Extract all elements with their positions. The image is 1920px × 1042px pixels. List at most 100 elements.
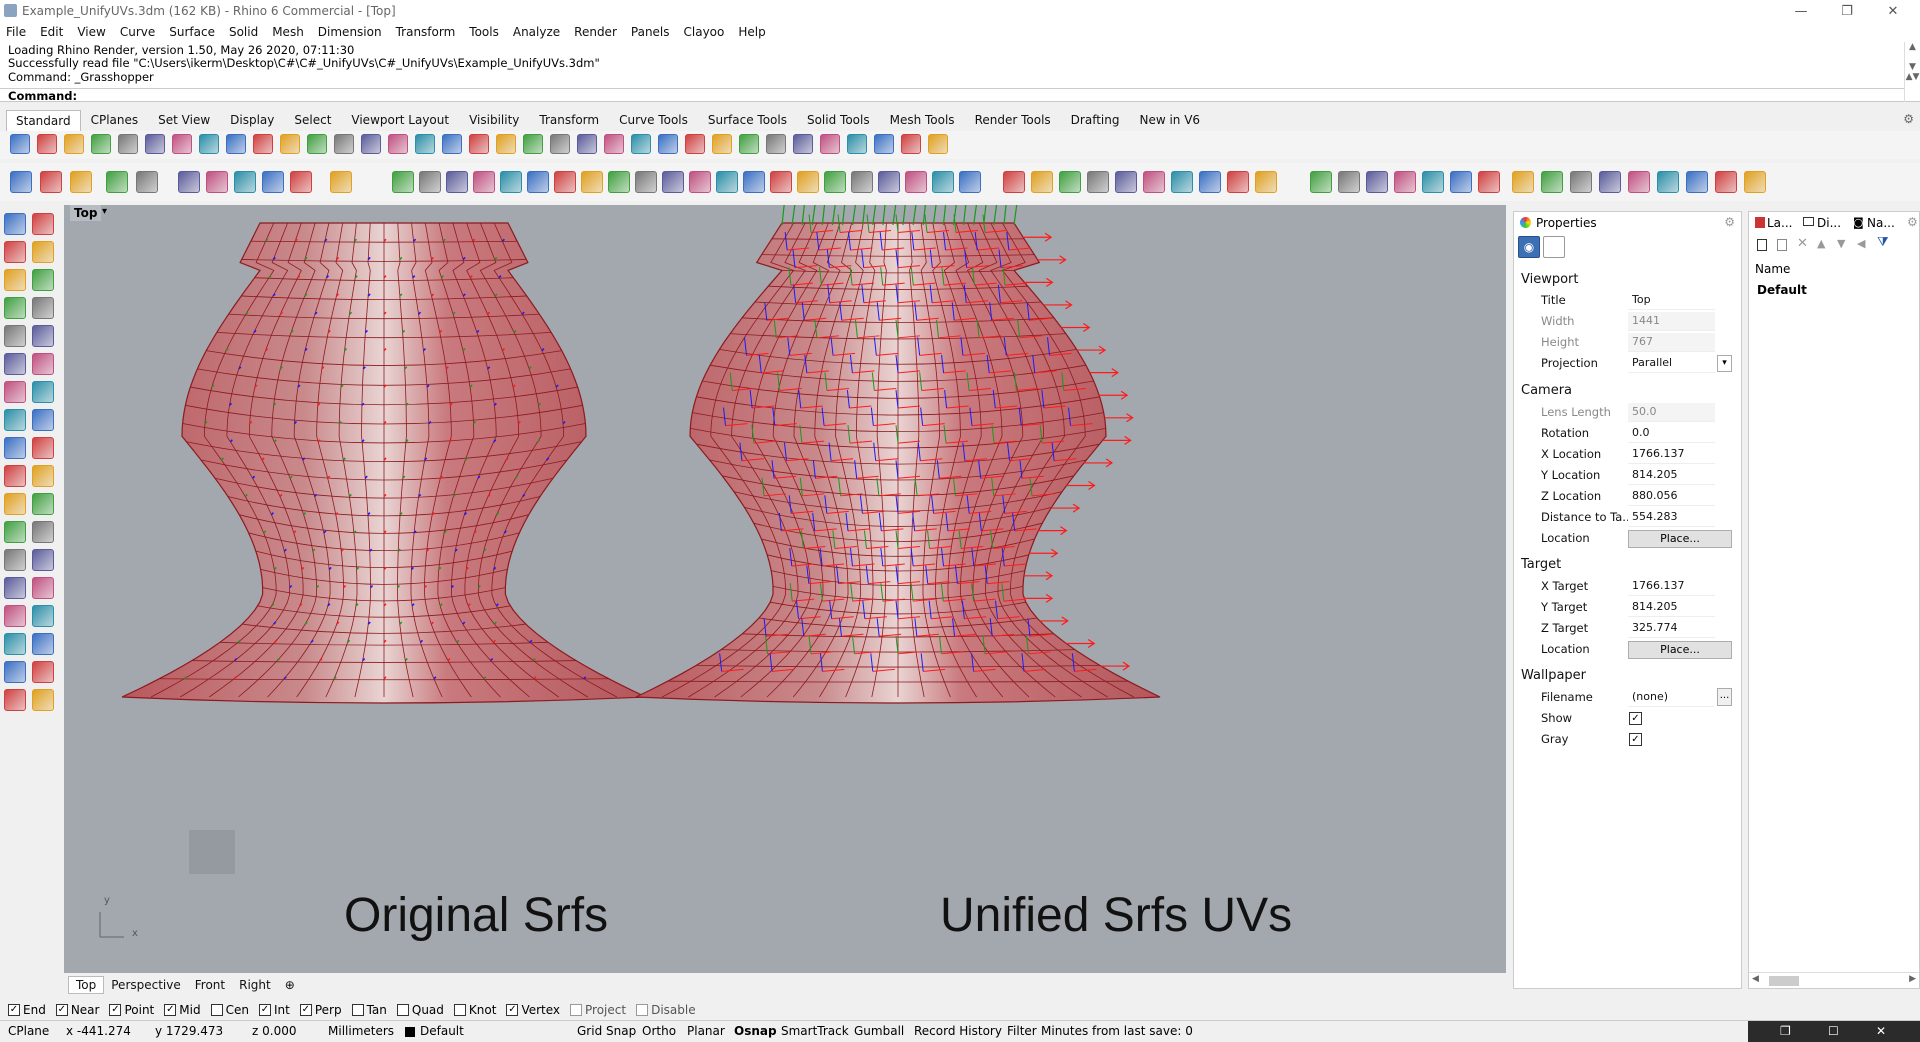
tool-icon[interactable] <box>797 171 819 193</box>
tool-icon[interactable] <box>37 134 57 154</box>
menu-edit[interactable]: Edit <box>40 25 63 39</box>
tool-icon[interactable] <box>527 171 549 193</box>
tool-icon[interactable] <box>91 134 111 154</box>
tool-icon[interactable] <box>1171 171 1193 193</box>
tool-icon[interactable] <box>550 134 570 154</box>
osnap-knot[interactable]: Knot <box>453 1003 496 1017</box>
tool-icon[interactable] <box>253 134 273 154</box>
status-grid-snap[interactable]: Grid Snap <box>577 1024 636 1038</box>
osnap-quad[interactable]: Quad <box>396 1003 444 1017</box>
scroll-right-icon[interactable]: ▶ <box>1909 974 1916 984</box>
osnap-checkbox[interactable] <box>351 1004 364 1016</box>
prop-zloc-value[interactable]: 880.056 <box>1628 487 1715 506</box>
layers-scrollbar[interactable]: ◀ ▶ <box>1749 972 1919 988</box>
viewport-menu-arrow-icon[interactable]: ▾ <box>102 206 107 217</box>
osnap-checkbox[interactable] <box>453 1004 466 1016</box>
tool-icon[interactable] <box>307 134 327 154</box>
tool-icon[interactable] <box>1512 171 1534 193</box>
tool-icon[interactable] <box>1031 171 1053 193</box>
tab-set-view[interactable]: Set View <box>148 109 220 131</box>
tool-icon[interactable] <box>1338 171 1360 193</box>
tool-icon[interactable] <box>932 171 954 193</box>
tool-icon[interactable] <box>32 549 54 571</box>
tool-icon[interactable] <box>1422 171 1444 193</box>
tool-icon[interactable] <box>1628 171 1650 193</box>
tool-icon[interactable] <box>658 134 678 154</box>
menu-dimension[interactable]: Dimension <box>318 25 382 39</box>
tool-icon[interactable] <box>4 465 26 487</box>
prop-ytarget-value[interactable]: 814.205 <box>1628 598 1715 617</box>
tool-icon[interactable] <box>4 241 26 263</box>
tool-icon[interactable] <box>32 493 54 515</box>
menu-file[interactable]: File <box>6 25 26 39</box>
tool-icon[interactable] <box>388 134 408 154</box>
tool-icon[interactable] <box>496 134 516 154</box>
tool-icon[interactable] <box>32 437 54 459</box>
tool-icon[interactable] <box>1003 171 1025 193</box>
add-view-tab-icon[interactable]: ⊕ <box>278 977 302 993</box>
tab-cplanes[interactable]: CPlanes <box>81 109 149 131</box>
menu-tools[interactable]: Tools <box>469 25 499 39</box>
menu-analyze[interactable]: Analyze <box>513 25 560 39</box>
tool-icon[interactable] <box>226 134 246 154</box>
move-left-icon[interactable]: ◀ <box>1857 237 1865 250</box>
tool-icon[interactable] <box>290 171 312 193</box>
tool-icon[interactable] <box>1199 171 1221 193</box>
tool-icon[interactable] <box>178 171 200 193</box>
close-button[interactable]: ✕ <box>1870 0 1916 22</box>
tool-icon[interactable] <box>32 521 54 543</box>
tool-icon[interactable] <box>554 171 576 193</box>
osnap-checkbox[interactable]: ✓ <box>8 1004 20 1016</box>
tool-icon[interactable] <box>32 605 54 627</box>
tab-curve-tools[interactable]: Curve Tools <box>609 109 698 131</box>
command-input[interactable]: Command: <box>0 88 1904 103</box>
tool-icon[interactable] <box>4 269 26 291</box>
tool-icon[interactable] <box>32 213 54 235</box>
tool-icon[interactable] <box>145 134 165 154</box>
tool-icon[interactable] <box>1450 171 1472 193</box>
tool-icon[interactable] <box>118 134 138 154</box>
tool-icon[interactable] <box>1087 171 1109 193</box>
tool-icon[interactable] <box>419 171 441 193</box>
tool-icon[interactable] <box>1599 171 1621 193</box>
tool-icon[interactable] <box>1115 171 1137 193</box>
tool-icon[interactable] <box>631 134 651 154</box>
tool-icon[interactable] <box>608 171 630 193</box>
viewport-canvas[interactable] <box>64 205 1506 973</box>
tool-icon[interactable] <box>1657 171 1679 193</box>
view-tab-top[interactable]: Top <box>68 976 105 994</box>
restore-button[interactable]: ❐ <box>1824 0 1870 22</box>
tool-icon[interactable] <box>106 171 128 193</box>
view-tab-front[interactable]: Front <box>188 977 232 993</box>
tool-icon[interactable] <box>199 134 219 154</box>
filter-icon[interactable]: ⧩ <box>1877 235 1889 250</box>
tool-icon[interactable] <box>32 325 54 347</box>
tool-icon[interactable] <box>847 134 867 154</box>
osnap-checkbox[interactable]: ✓ <box>258 1004 271 1016</box>
tool-icon[interactable] <box>4 409 26 431</box>
close-icon[interactable]: ✕ <box>1876 1024 1886 1038</box>
tool-icon[interactable] <box>1744 171 1766 193</box>
tool-icon[interactable] <box>4 661 26 683</box>
tab-new-in-v6[interactable]: New in V6 <box>1129 109 1210 131</box>
status-filter[interactable]: Filter <box>1007 1024 1037 1038</box>
prop-xloc-value[interactable]: 1766.137 <box>1628 445 1715 464</box>
tool-icon[interactable] <box>172 134 192 154</box>
tool-icon[interactable] <box>685 134 705 154</box>
tool-icon[interactable] <box>4 577 26 599</box>
tool-icon[interactable] <box>581 171 603 193</box>
prop-filename-value[interactable]: (none) <box>1628 688 1714 707</box>
tool-icon[interactable] <box>4 325 26 347</box>
tab-visibility[interactable]: Visibility <box>459 109 529 131</box>
osnap-cen[interactable]: Cen <box>210 1003 249 1017</box>
maximize-icon[interactable]: ☐ <box>1828 1024 1839 1038</box>
tab-solid-tools[interactable]: Solid Tools <box>797 109 880 131</box>
tool-icon[interactable] <box>1310 171 1332 193</box>
tool-icon[interactable] <box>959 171 981 193</box>
tab-drafting[interactable]: Drafting <box>1061 109 1130 131</box>
osnap-checkbox[interactable]: ✓ <box>299 1004 312 1016</box>
status-osnap[interactable]: Osnap <box>734 1024 777 1038</box>
tool-icon[interactable] <box>442 134 462 154</box>
tool-icon[interactable] <box>234 171 256 193</box>
tool-icon[interactable] <box>446 171 468 193</box>
